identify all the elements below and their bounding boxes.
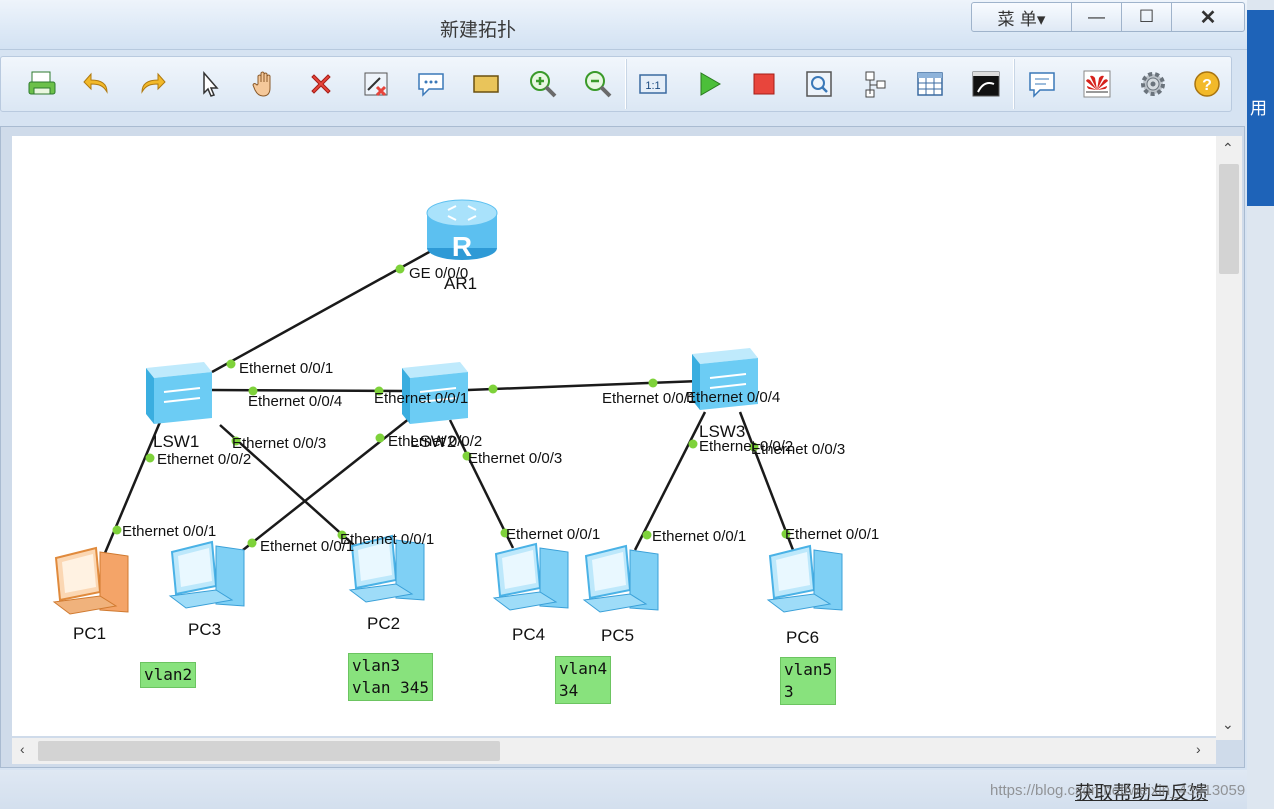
- zoom-in-icon[interactable]: [524, 65, 562, 103]
- device-label-pc5: PC5: [601, 626, 634, 645]
- settings-icon[interactable]: [1134, 65, 1172, 103]
- note-vlan3[interactable]: vlan3 vlan 345: [348, 653, 434, 701]
- note-vlan4[interactable]: vlan4 34: [555, 656, 612, 704]
- pc-pc4[interactable]: [492, 542, 569, 611]
- port-label: Ethernet 0/0/4: [686, 389, 780, 406]
- console-icon[interactable]: [967, 65, 1005, 103]
- note-vlan2[interactable]: vlan2: [140, 662, 197, 688]
- horizontal-scrollbar[interactable]: ‹ ›: [12, 738, 1216, 764]
- toolbar: 1:1 ?: [0, 56, 1232, 112]
- rectangle-icon[interactable]: [467, 65, 505, 103]
- port-dot: [688, 439, 698, 449]
- fit-icon[interactable]: 1:1: [634, 65, 672, 103]
- zoom-out-icon[interactable]: [579, 65, 617, 103]
- minimize-button[interactable]: —: [1072, 3, 1122, 31]
- port-label: Ethernet 0/0/1: [506, 526, 600, 543]
- pc-pc3[interactable]: [168, 540, 245, 609]
- device-label-pc4: PC4: [512, 625, 545, 644]
- pc-pc6[interactable]: [766, 544, 843, 613]
- link-ar1-lsw1[interactable]: [211, 233, 461, 374]
- port-label: Ethernet 0/0/3: [232, 435, 326, 452]
- topology-diagram: R AR1 LSW1 LSW2 LSW3 PC1 PC3 PC2 PC4 PC5…: [52, 199, 879, 647]
- port-dot: [247, 538, 257, 548]
- port-dot: [642, 530, 652, 540]
- delete-icon[interactable]: [302, 65, 340, 103]
- port-label: Ethernet 0/0/1: [602, 390, 696, 407]
- router-ar1[interactable]: R: [426, 199, 498, 262]
- device-label-lsw1: LSW1: [153, 432, 199, 451]
- help-icon[interactable]: ?: [1188, 65, 1226, 103]
- scroll-down-icon[interactable]: ⌄: [1222, 716, 1234, 733]
- select-pointer-icon[interactable]: [190, 65, 228, 103]
- window-controls: 菜 单▾ — ☐ ✕: [971, 2, 1245, 32]
- close-button[interactable]: ✕: [1172, 3, 1244, 31]
- title-bar: 新建拓扑 菜 单▾ — ☐ ✕: [0, 0, 1247, 50]
- router-icon: R: [452, 231, 472, 262]
- ensp-window: 用 新建拓扑 菜 单▾ — ☐ ✕ 1:1 ? R AR1 LSW1 LSW2 …: [0, 0, 1274, 809]
- background-window-banner: 用: [1247, 10, 1274, 206]
- port-label: Ethernet 0/0/1: [785, 526, 879, 543]
- port-dot: [648, 378, 658, 388]
- undo-icon[interactable]: [78, 65, 116, 103]
- topology-view-icon[interactable]: [856, 65, 894, 103]
- capture-data-icon[interactable]: [800, 65, 838, 103]
- device-label-pc6: PC6: [786, 628, 819, 647]
- menu-button[interactable]: 菜 单▾: [972, 3, 1072, 31]
- port-dot: [488, 384, 498, 394]
- port-label: Ethernet 0/0/2: [388, 433, 482, 450]
- scroll-left-icon[interactable]: ‹: [20, 741, 25, 757]
- scroll-right-icon[interactable]: ›: [1196, 741, 1201, 757]
- topology-canvas[interactable]: R AR1 LSW1 LSW2 LSW3 PC1 PC3 PC2 PC4 PC5…: [12, 136, 1216, 736]
- start-device-icon[interactable]: [690, 65, 728, 103]
- huawei-icon[interactable]: [1078, 65, 1116, 103]
- port-dot: [375, 433, 385, 443]
- redo-icon[interactable]: [133, 65, 171, 103]
- pc-pc5[interactable]: [582, 544, 659, 613]
- toolbar-separator: [625, 59, 627, 109]
- port-label: Ethernet 0/0/1: [374, 390, 468, 407]
- vertical-scrollbar[interactable]: ⌃ ⌄: [1216, 136, 1242, 740]
- scroll-up-icon[interactable]: ⌃: [1222, 140, 1234, 157]
- port-dot: [145, 453, 155, 463]
- port-label: Ethernet 0/0/1: [260, 538, 354, 555]
- switch-lsw1[interactable]: [146, 362, 212, 424]
- port-dot: [112, 525, 122, 535]
- toolbar-separator: [1013, 59, 1015, 109]
- stop-device-icon[interactable]: [745, 65, 783, 103]
- maximize-button[interactable]: ☐: [1122, 3, 1172, 31]
- port-label: Ethernet 0/0/2: [157, 451, 251, 468]
- pc-pc1[interactable]: [52, 546, 129, 615]
- delete-link-icon[interactable]: [357, 65, 395, 103]
- note-vlan5[interactable]: vlan5 3: [780, 657, 837, 705]
- port-dot: [395, 264, 405, 274]
- port-dot: [226, 359, 236, 369]
- watermark: https://blog.csdn.net/weixin_43913059: [990, 782, 1246, 799]
- device-label-pc2: PC2: [367, 614, 400, 633]
- port-label: Ethernet 0/0/1: [652, 528, 746, 545]
- link-lsw2-lsw3[interactable]: [467, 379, 701, 392]
- device-label-pc1: PC1: [73, 624, 106, 643]
- vertical-scroll-thumb[interactable]: [1219, 164, 1239, 274]
- text-annotation-icon[interactable]: [412, 65, 450, 103]
- port-label: Ethernet 0/0/1: [122, 523, 216, 540]
- port-label: Ethernet 0/0/3: [751, 441, 845, 458]
- device-label-pc3: PC3: [188, 620, 221, 639]
- background-window-edge: 用: [1247, 0, 1274, 809]
- svg-text:1:1: 1:1: [645, 80, 660, 92]
- horizontal-scroll-thumb[interactable]: [38, 741, 500, 761]
- port-label: Ethernet 0/0/3: [468, 450, 562, 467]
- hand-pan-icon[interactable]: [246, 65, 284, 103]
- window-title: 新建拓扑: [440, 19, 517, 41]
- print-icon[interactable]: [23, 65, 61, 103]
- port-label: Ethernet 0/0/1: [239, 360, 333, 377]
- grid-icon[interactable]: [911, 65, 949, 103]
- port-label: Ethernet 0/0/4: [248, 393, 342, 410]
- background-window-text: 用: [1250, 99, 1267, 119]
- message-icon[interactable]: [1023, 65, 1061, 103]
- svg-text:?: ?: [1202, 77, 1212, 94]
- port-label: GE 0/0/0: [409, 265, 468, 282]
